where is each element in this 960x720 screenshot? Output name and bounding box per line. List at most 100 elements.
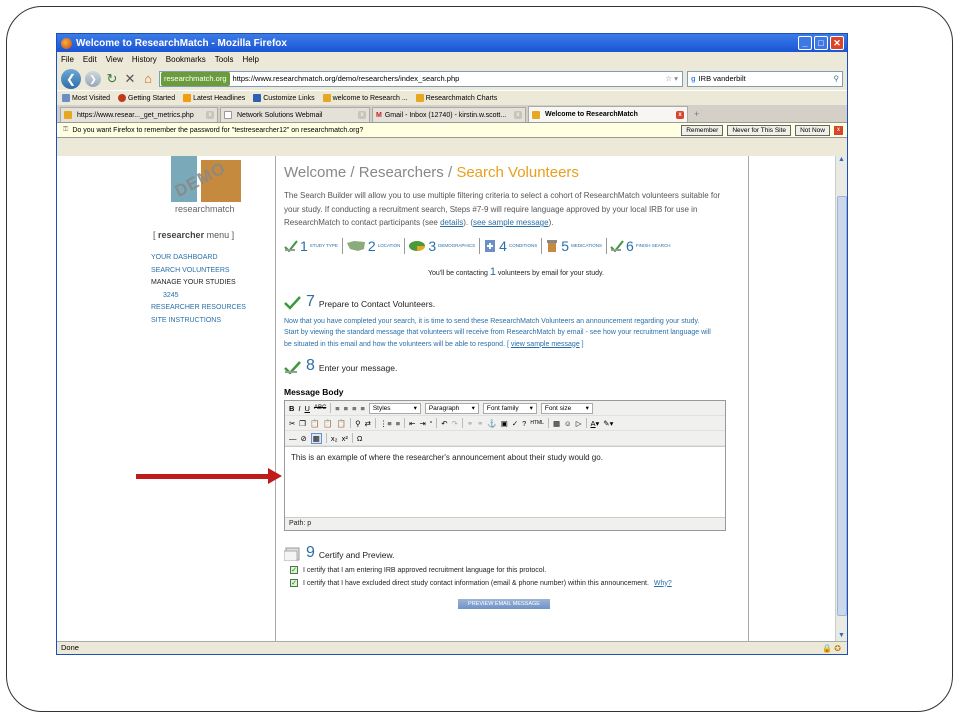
close-window-button[interactable]: ✕ <box>830 36 844 50</box>
bookmark-getting-started[interactable]: Getting Started <box>118 94 175 102</box>
sidebar-item-site-instructions[interactable]: SITE INSTRUCTIONS <box>151 315 246 328</box>
remove-format-icon[interactable]: ⊘ <box>301 434 307 443</box>
undo-icon[interactable]: ↶ <box>441 419 447 428</box>
message-body-textarea[interactable]: This is an example of where the research… <box>285 446 725 518</box>
styles-select[interactable]: Styles ▾ <box>368 402 421 414</box>
scrollbar-thumb[interactable] <box>837 196 847 616</box>
tab-welcome-researchmatch[interactable]: Welcome to ResearchMatch x <box>528 106 688 122</box>
cleanup-icon[interactable]: ✓ <box>512 419 518 428</box>
why-link[interactable]: Why? <box>654 580 672 587</box>
menu-bookmarks[interactable]: Bookmarks <box>166 55 206 64</box>
paste-word-icon[interactable]: 📋 <box>337 419 346 428</box>
font-family-select[interactable]: Font family ▾ <box>482 402 537 414</box>
bookmark-most-visited[interactable]: Most Visited <box>62 94 110 102</box>
numbered-list-icon[interactable]: ≡ <box>396 419 400 428</box>
step-demographics[interactable]: 3 DEMOGRAPHICS <box>408 237 481 254</box>
sidebar-item-manage-studies[interactable]: MANAGE YOUR STUDIES <box>151 277 246 290</box>
blockquote-icon[interactable]: “ <box>430 419 433 428</box>
bookmark-star-icon[interactable]: ☆ ▾ <box>665 74 682 83</box>
tab-get-metrics[interactable]: https://www.resear..._get_metrics.php x <box>60 107 218 122</box>
tab-gmail[interactable]: M Gmail - Inbox (12740) - kirstin.w.scot… <box>372 107 526 122</box>
menu-view[interactable]: View <box>106 55 123 64</box>
sidebar-item-search-volunteers[interactable]: SEARCH VOLUNTEERS <box>151 265 246 278</box>
visual-aid-icon[interactable]: ▦ <box>310 432 322 444</box>
outdent-icon[interactable]: ⇤ <box>409 419 415 428</box>
researchmatch-logo[interactable]: DEMO researchmatch <box>171 156 243 216</box>
paragraph-select[interactable]: Paragraph ▾ <box>424 402 479 414</box>
underline-button[interactable]: U <box>305 404 310 413</box>
special-character-icon[interactable]: Ω <box>357 434 363 443</box>
superscript-icon[interactable]: x² <box>342 434 348 443</box>
step-conditions[interactable]: 4 CONDITIONS <box>483 237 543 254</box>
step-location[interactable]: 2 LOCATION <box>346 237 406 254</box>
menu-edit[interactable]: Edit <box>83 55 97 64</box>
bookmark-welcome-research[interactable]: welcome to Research ... <box>322 94 408 102</box>
menu-history[interactable]: History <box>132 55 157 64</box>
search-input[interactable]: IRB vanderbilt <box>699 74 746 83</box>
search-box[interactable]: g IRB vanderbilt ⚲ <box>687 70 843 87</box>
smiley-icon[interactable]: ☺ <box>564 419 572 428</box>
url-text[interactable]: https://www.researchmatch.org/demo/resea… <box>233 74 460 83</box>
font-size-select[interactable]: Font size ▾ <box>540 402 593 414</box>
view-sample-message-link[interactable]: view sample message <box>511 341 580 348</box>
sidebar-item-researcher-resources[interactable]: RESEARCHER RESOURCES <box>151 302 246 315</box>
close-notification-icon[interactable]: x <box>834 125 843 135</box>
sidebar-item-dashboard[interactable]: YOUR DASHBOARD <box>151 252 246 265</box>
bullet-list-icon[interactable]: ⋮≡ <box>380 419 392 428</box>
tab-close-icon[interactable]: x <box>676 110 684 119</box>
breadcrumb-researchers[interactable]: Researchers <box>359 164 444 181</box>
site-identity-badge[interactable]: researchmatch.org <box>161 71 230 86</box>
link-icon[interactable]: ⚭ <box>467 419 473 428</box>
menu-help[interactable]: Help <box>242 55 258 64</box>
align-right-icon[interactable]: ≡ <box>352 404 356 413</box>
home-icon[interactable]: ⌂ <box>141 71 155 86</box>
vertical-scrollbar[interactable]: ▲ ▼ <box>835 156 847 643</box>
subscript-icon[interactable]: x₂ <box>331 434 338 443</box>
back-arrow-icon[interactable]: ❮ <box>61 68 81 89</box>
copy-icon[interactable]: ❐ <box>299 419 306 428</box>
step-study-type[interactable]: 1 STUDY TYPE <box>284 237 343 254</box>
find-icon[interactable]: ⚲ <box>355 419 361 428</box>
image-icon[interactable]: ▣ <box>501 419 508 428</box>
forward-arrow-icon[interactable]: ❯ <box>85 70 101 87</box>
highlight-color-icon[interactable]: ✎▾ <box>603 419 613 428</box>
cert-irb-checkbox[interactable]: ✓ <box>290 566 298 574</box>
sidebar-item-study-3245[interactable]: 3245 <box>151 290 246 303</box>
help-icon[interactable]: ? <box>522 419 526 428</box>
step-finish-search[interactable]: 6 FINISH SEARCH <box>610 238 675 254</box>
strikethrough-button[interactable]: ABC <box>314 405 326 411</box>
tab-close-icon[interactable]: x <box>206 111 214 119</box>
table-icon[interactable]: ▦ <box>553 419 560 428</box>
redo-icon[interactable]: ↷ <box>452 419 458 428</box>
cert-contact-checkbox[interactable]: ✓ <box>290 579 298 587</box>
align-left-icon[interactable]: ≡ <box>335 404 339 413</box>
see-sample-message-link[interactable]: see sample message <box>473 218 549 227</box>
horizontal-rule-icon[interactable]: — <box>289 434 297 443</box>
breadcrumb-welcome[interactable]: Welcome <box>284 164 346 181</box>
tab-webmail[interactable]: Network Solutions Webmail x <box>220 107 370 122</box>
search-icon[interactable]: ⚲ <box>834 74 843 83</box>
minimize-button[interactable]: _ <box>798 36 812 50</box>
text-color-icon[interactable]: A▾ <box>591 419 600 428</box>
replace-icon[interactable]: ⇄ <box>365 419 371 428</box>
step-medications[interactable]: 5 MEDICATIONS <box>545 237 607 254</box>
unlink-icon[interactable]: ⚭ <box>477 419 483 428</box>
align-center-icon[interactable]: ≡ <box>344 404 348 413</box>
italic-button[interactable]: I <box>298 404 300 413</box>
bookmark-latest-headlines[interactable]: Latest Headlines <box>183 94 245 102</box>
not-now-button[interactable]: Not Now <box>795 124 830 136</box>
menu-file[interactable]: File <box>61 55 74 64</box>
tab-close-icon[interactable]: x <box>358 111 366 119</box>
google-icon[interactable]: g <box>691 74 696 83</box>
reload-icon[interactable]: ↻ <box>105 71 119 87</box>
address-bar[interactable]: researchmatch.org https://www.researchma… <box>159 70 683 87</box>
bookmark-customize-links[interactable]: Customize Links <box>253 94 315 102</box>
paste-text-icon[interactable]: 📋 <box>323 419 332 428</box>
bookmark-researchmatch-charts[interactable]: Researchmatch Charts <box>415 94 497 102</box>
never-for-this-site-button[interactable]: Never for This Site <box>727 124 792 136</box>
new-tab-plus-icon[interactable]: + <box>690 109 699 119</box>
media-icon[interactable]: ▷ <box>576 419 582 428</box>
maximize-button[interactable]: □ <box>814 36 828 50</box>
details-link[interactable]: details <box>440 218 463 227</box>
preview-email-button[interactable]: PREVIEW EMAIL MESSAGE <box>458 599 550 609</box>
